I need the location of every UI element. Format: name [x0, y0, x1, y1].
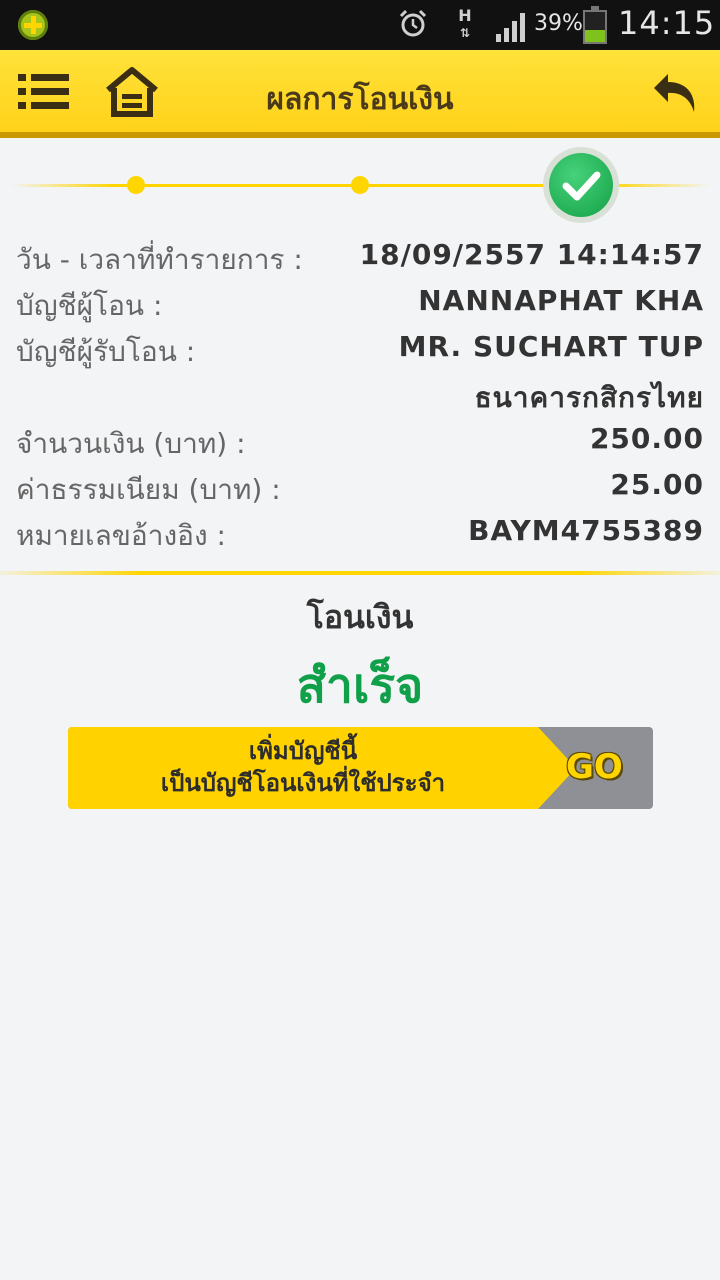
page-title: ผลการโอนเงิน — [266, 82, 454, 117]
alarm-clock-icon — [399, 9, 427, 37]
step-complete — [543, 147, 619, 223]
checkmark-icon — [562, 171, 601, 201]
detail-row-datetime: วัน - เวลาที่ทำรายการ : 18/09/2557 14:14… — [16, 234, 704, 280]
transfer-details: วัน - เวลาที่ทำรายการ : 18/09/2557 14:14… — [16, 234, 704, 556]
go-label: GO — [566, 747, 623, 787]
step-progress — [0, 145, 720, 225]
amount-label: จำนวนเงิน (บาท) : — [16, 427, 246, 460]
to-bank-value: ธนาคารกสิกรไทย — [474, 381, 704, 414]
signal-strength-icon — [496, 13, 525, 42]
back-arrow-icon[interactable] — [650, 68, 700, 118]
status-clock: 14:15 — [618, 4, 716, 42]
datetime-value: 18/09/2557 14:14:57 — [359, 238, 704, 271]
battery-icon — [583, 6, 607, 44]
add-favorite-account-button[interactable]: เพิ่มบัญชีนี้ เป็นบัญชีโอนเงินที่ใช้ประจ… — [68, 727, 653, 809]
result-label: โอนเงิน — [306, 598, 414, 636]
from-account-value: NANNAPHAT KHA — [418, 284, 704, 317]
fee-value: 25.00 — [610, 468, 704, 501]
detail-row-from: บัญชีผู้โอน : NANNAPHAT KHA — [16, 280, 704, 326]
network-type-label: H — [458, 6, 472, 25]
datetime-label: วัน - เวลาที่ทำรายการ : — [16, 243, 303, 276]
add-favorite-text: เพิ่มบัญชีนี้ เป็นบัญชีโอนเงินที่ใช้ประจ… — [68, 735, 538, 799]
detail-row-fee: ค่าธรรมเนียม (บาท) : 25.00 — [16, 464, 704, 510]
detail-row-reference: หมายเลขอ้างอิง : BAYM4755389 — [16, 510, 704, 556]
fee-label: ค่าธรรมเนียม (บาท) : — [16, 473, 281, 506]
step-dot-1 — [127, 176, 145, 194]
add-favorite-line-2: เป็นบัญชีโอนเงินที่ใช้ประจำ — [160, 769, 446, 797]
result-status: สำเร็จ — [296, 658, 424, 714]
home-icon[interactable] — [104, 66, 160, 118]
status-bar: H ⇅ 39% 14:15 — [0, 0, 720, 50]
menu-icon[interactable] — [18, 72, 70, 112]
amount-value: 250.00 — [589, 422, 704, 455]
from-account-label: บัญชีผู้โอน : — [16, 289, 163, 322]
detail-row-to: บัญชีผู้รับโอน : MR. SUCHART TUP — [16, 326, 704, 372]
step-dot-2 — [351, 176, 369, 194]
battery-percent: 39% — [534, 11, 583, 36]
add-favorite-line-1: เพิ่มบัญชีนี้ — [248, 737, 358, 765]
reference-label: หมายเลขอ้างอิง : — [16, 519, 226, 552]
network-type-icon: H ⇅ — [458, 6, 472, 41]
reference-value: BAYM4755389 — [468, 514, 704, 547]
detail-row-amount: จำนวนเงิน (บาท) : 250.00 — [16, 418, 704, 464]
app-notification-icon — [18, 10, 48, 40]
section-divider — [0, 571, 720, 575]
to-account-value: MR. SUCHART TUP — [398, 330, 704, 363]
app-header: ผลการโอนเงิน — [0, 50, 720, 138]
to-account-label: บัญชีผู้รับโอน : — [16, 335, 196, 368]
battery-fill — [585, 30, 605, 42]
detail-row-bank: ธนาคารกสิกรไทย — [16, 372, 704, 418]
